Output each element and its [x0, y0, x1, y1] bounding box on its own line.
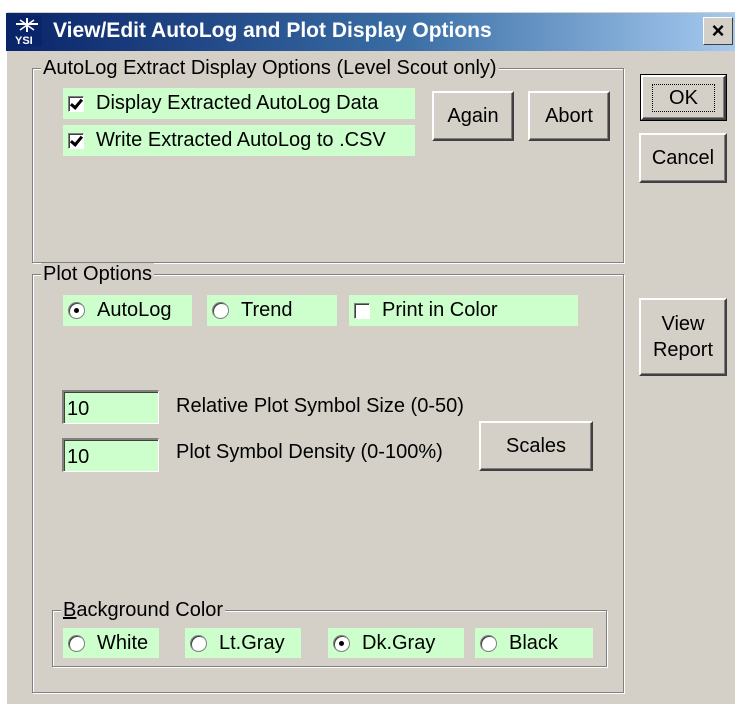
scales-button[interactable]: Scales [479, 421, 593, 471]
radio-unselected-icon [68, 634, 85, 652]
bg-black-label: Black [509, 631, 558, 654]
radio-unselected-icon [480, 634, 497, 652]
ok-button[interactable]: OK [640, 74, 727, 121]
close-button[interactable]: × [703, 17, 733, 45]
bg-dkgray-radio[interactable]: Dk.Gray [328, 628, 464, 658]
ok-label: OK [652, 83, 715, 112]
bg-dkgray-label: Dk.Gray [362, 631, 436, 654]
radio-unselected-icon [212, 302, 229, 319]
view-report-label-line1: View [661, 313, 705, 335]
checkbox-checked-icon [68, 95, 84, 112]
write-csv-label: Write Extracted AutoLog to .CSV [96, 129, 386, 151]
view-report-button[interactable]: View Report [639, 298, 727, 376]
symbol-size-input[interactable]: 10 [62, 390, 159, 424]
radio-selected-icon [333, 634, 350, 652]
display-extracted-label: Display Extracted AutoLog Data [96, 92, 379, 114]
plot-options-legend: Plot Options [41, 263, 154, 286]
print-in-color-label: Print in Color [382, 299, 498, 321]
cancel-button[interactable]: Cancel [639, 133, 727, 183]
radio-selected-icon [68, 302, 85, 319]
display-extracted-checkbox[interactable]: Display Extracted AutoLog Data [63, 88, 415, 119]
trend-radio-label: Trend [241, 299, 293, 321]
radio-unselected-icon [190, 634, 207, 652]
checkbox-checked-icon [68, 132, 84, 149]
background-color-legend-accel: B [63, 599, 77, 621]
bg-white-radio[interactable]: White [63, 628, 159, 658]
ysi-app-icon: YSI [12, 16, 42, 46]
symbol-density-input[interactable]: 10 [62, 438, 159, 472]
abort-button[interactable]: Abort [528, 91, 610, 141]
bg-ltgray-radio[interactable]: Lt.Gray [185, 628, 301, 658]
background-color-legend: Background Color [61, 599, 226, 622]
bg-black-radio[interactable]: Black [475, 628, 593, 658]
bg-white-label: White [97, 631, 149, 654]
title-bar[interactable]: YSI View/Edit AutoLog and Plot Display O… [6, 13, 735, 51]
checkbox-unchecked-icon [354, 302, 370, 319]
autolog-options-legend: AutoLog Extract Display Options (Level S… [41, 57, 499, 80]
bg-ltgray-label: Lt.Gray [219, 631, 285, 654]
trend-radio[interactable]: Trend [207, 295, 337, 326]
symbol-density-label: Plot Symbol Density (0-100%) [176, 441, 443, 463]
again-button[interactable]: Again [432, 91, 514, 141]
view-report-label-line2: Report [652, 339, 714, 361]
svg-text:YSI: YSI [15, 35, 33, 46]
write-csv-checkbox[interactable]: Write Extracted AutoLog to .CSV [63, 125, 415, 156]
background-color-legend-rest: ackground Color [76, 599, 224, 621]
print-in-color-checkbox[interactable]: Print in Color [349, 295, 578, 326]
autolog-radio[interactable]: AutoLog [63, 295, 192, 326]
autolog-radio-label: AutoLog [97, 299, 172, 321]
symbol-size-label: Relative Plot Symbol Size (0-50) [176, 395, 464, 417]
window-title: View/Edit AutoLog and Plot Display Optio… [53, 19, 492, 42]
